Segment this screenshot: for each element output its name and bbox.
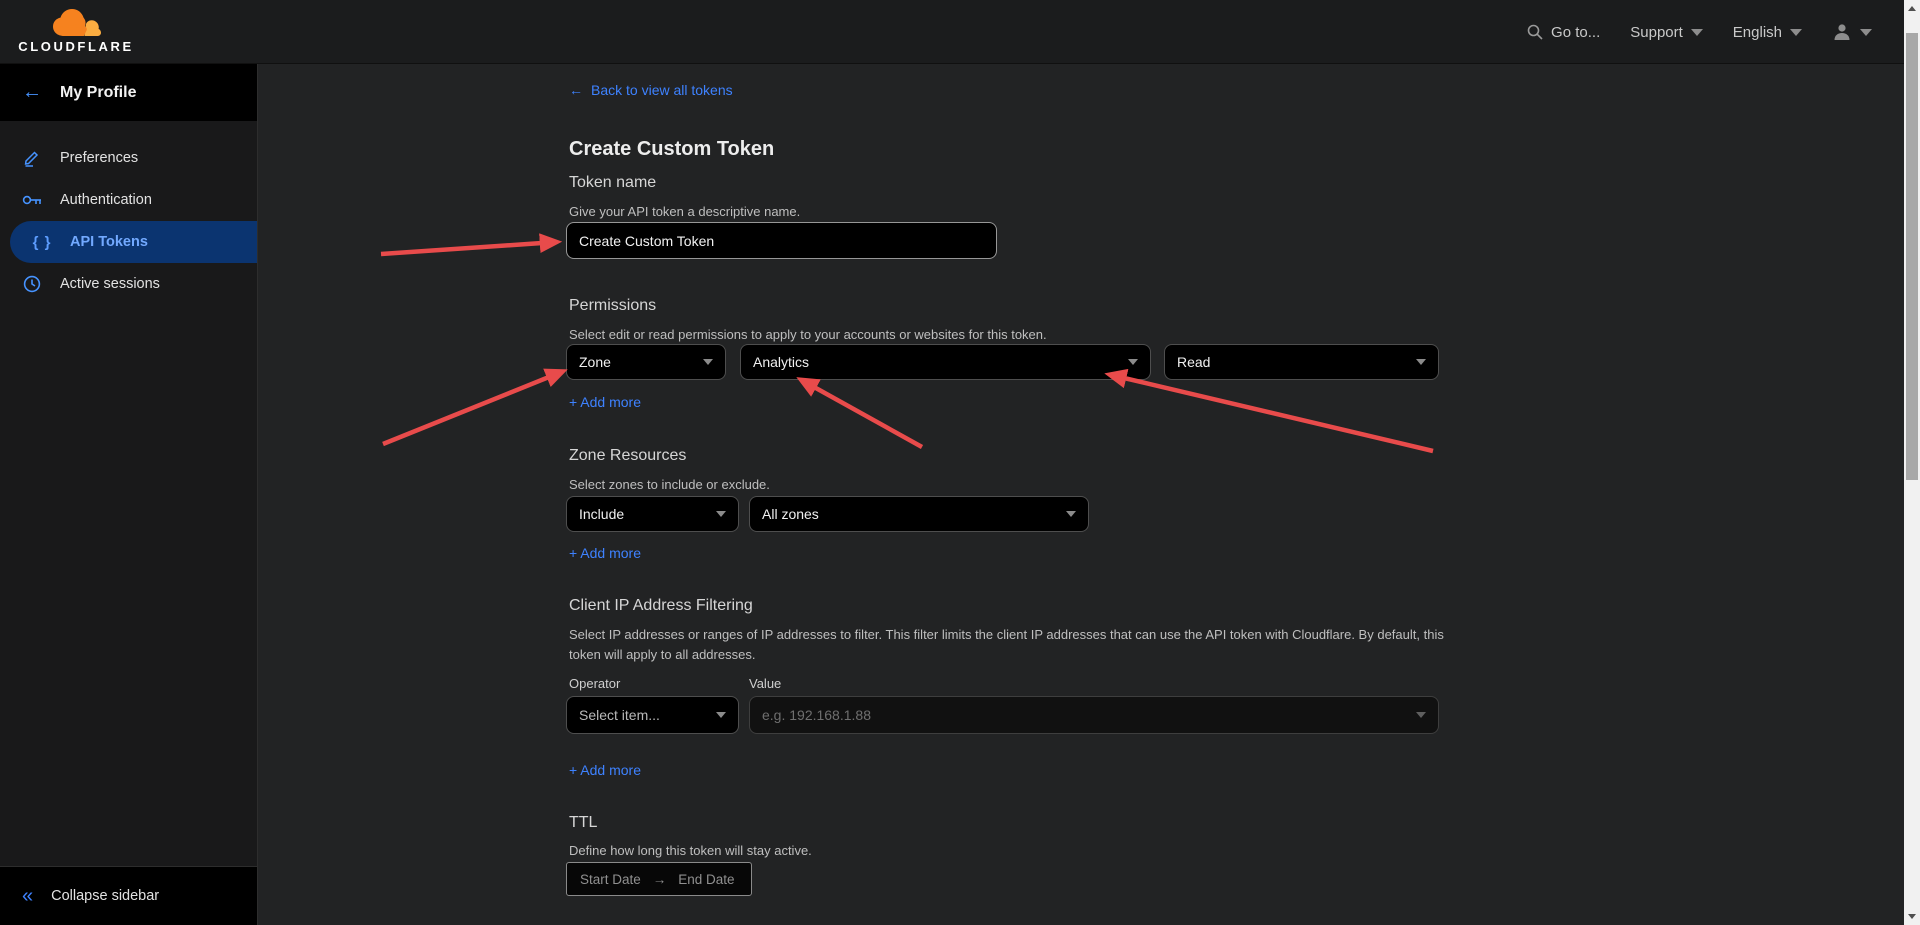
token-name-heading: Token name	[569, 174, 656, 192]
annotation-arrows-overlay	[0, 0, 1920, 925]
scrollbar-thumb[interactable]	[1906, 33, 1918, 480]
scrollbar-up-button[interactable]	[1904, 0, 1920, 17]
sidebar-item-label: Active sessions	[60, 276, 160, 292]
goto-search[interactable]: Go to...	[1527, 24, 1600, 41]
back-to-tokens-link[interactable]: ← Back to view all tokens	[569, 82, 733, 98]
permission-group-value: Analytics	[753, 354, 809, 370]
cloudflare-cloud-icon	[50, 8, 102, 38]
language-menu[interactable]: English	[1733, 24, 1802, 41]
support-menu[interactable]: Support	[1630, 24, 1703, 41]
permission-group-select[interactable]: Analytics	[740, 344, 1151, 380]
permissions-add-more-link[interactable]: + Add more	[569, 394, 641, 410]
chevron-down-icon	[1416, 712, 1426, 718]
account-menu[interactable]	[1832, 22, 1872, 42]
sidebar-item-label: Authentication	[60, 192, 152, 208]
annotation-arrow-zone-select	[383, 377, 549, 444]
client-ip-add-more-link[interactable]: + Add more	[569, 762, 641, 778]
support-label: Support	[1630, 24, 1683, 41]
sidebar-title: My Profile	[60, 84, 136, 102]
annotation-arrow-token-name	[381, 243, 542, 254]
cloudflare-logo[interactable]: CLOUDFLARE	[16, 6, 136, 58]
chevron-down-icon	[703, 359, 713, 365]
collapse-sidebar-button[interactable]: « Collapse sidebar	[0, 866, 257, 925]
collapse-chevrons-icon: «	[22, 885, 33, 908]
chevron-down-icon	[716, 511, 726, 517]
pencil-icon	[20, 149, 44, 167]
start-date-placeholder: Start Date	[580, 872, 641, 887]
token-name-input[interactable]	[566, 222, 997, 259]
sidebar: ← My Profile Preferences Authenti	[0, 64, 258, 925]
page-scrollbar[interactable]	[1904, 0, 1920, 925]
sidebar-item-label: API Tokens	[70, 234, 148, 250]
date-range-arrow-icon: →	[653, 872, 667, 887]
scrollbar-down-button[interactable]	[1904, 908, 1920, 925]
permission-scope-value: Zone	[579, 354, 611, 370]
back-arrow-icon[interactable]: ←	[22, 81, 42, 104]
chevron-down-icon	[1691, 29, 1703, 36]
page-title: Create Custom Token	[569, 138, 774, 161]
ip-operator-select[interactable]: Select item...	[566, 696, 739, 734]
zone-target-value: All zones	[762, 506, 819, 522]
sidebar-item-active-sessions[interactable]: Active sessions	[0, 263, 257, 305]
sidebar-item-preferences[interactable]: Preferences	[0, 137, 257, 179]
sidebar-item-label: Preferences	[60, 150, 138, 166]
ttl-description: Define how long this token will stay act…	[569, 841, 812, 861]
language-label: English	[1733, 24, 1782, 41]
user-icon	[1832, 22, 1852, 42]
braces-icon: { }	[30, 234, 54, 251]
chevron-down-icon	[1860, 29, 1872, 36]
token-name-description: Give your API token a descriptive name.	[569, 202, 800, 222]
annotation-arrow-read-select	[1124, 378, 1433, 451]
goto-label: Go to...	[1551, 24, 1600, 41]
ttl-date-range-picker[interactable]: Start Date → End Date	[566, 862, 752, 896]
back-arrow-icon: ←	[569, 82, 583, 98]
sidebar-profile-header: ← My Profile	[0, 64, 257, 121]
permissions-heading: Permissions	[569, 297, 656, 315]
ip-operator-placeholder: Select item...	[579, 707, 660, 723]
collapse-label: Collapse sidebar	[51, 888, 159, 904]
value-label: Value	[749, 676, 781, 691]
client-ip-heading: Client IP Address Filtering	[569, 597, 753, 615]
permission-level-value: Read	[1177, 354, 1210, 370]
chevron-down-icon	[1128, 359, 1138, 365]
ip-value-placeholder: e.g. 192.168.1.88	[762, 707, 871, 723]
chevron-down-icon	[716, 712, 726, 718]
zone-resources-add-more-link[interactable]: + Add more	[569, 545, 641, 561]
ip-value-combobox[interactable]: e.g. 192.168.1.88	[749, 696, 1439, 734]
permissions-description: Select edit or read permissions to apply…	[569, 325, 1047, 345]
zone-resources-heading: Zone Resources	[569, 447, 686, 465]
ttl-heading: TTL	[569, 814, 597, 832]
key-icon	[20, 193, 44, 207]
zone-resources-description: Select zones to include or exclude.	[569, 475, 770, 495]
sidebar-item-api-tokens[interactable]: { } API Tokens	[10, 221, 257, 263]
zone-target-select[interactable]: All zones	[749, 496, 1089, 532]
client-ip-description: Select IP addresses or ranges of IP addr…	[569, 625, 1449, 665]
chevron-down-icon	[1066, 511, 1076, 517]
operator-label: Operator	[569, 676, 620, 691]
zone-include-value: Include	[579, 506, 624, 522]
sidebar-item-authentication[interactable]: Authentication	[0, 179, 257, 221]
chevron-down-icon	[1416, 359, 1426, 365]
permission-level-select[interactable]: Read	[1164, 344, 1439, 380]
clock-icon	[20, 275, 44, 293]
permission-scope-select[interactable]: Zone	[566, 344, 726, 380]
search-icon	[1527, 24, 1543, 40]
brand-wordmark: CLOUDFLARE	[16, 39, 136, 54]
top-header: CLOUDFLARE Go to... Support English	[0, 0, 1920, 64]
zone-include-select[interactable]: Include	[566, 496, 739, 532]
end-date-placeholder: End Date	[678, 872, 734, 887]
chevron-down-icon	[1790, 29, 1802, 36]
back-link-label: Back to view all tokens	[591, 82, 733, 98]
annotation-arrow-analytics-select	[814, 387, 922, 447]
